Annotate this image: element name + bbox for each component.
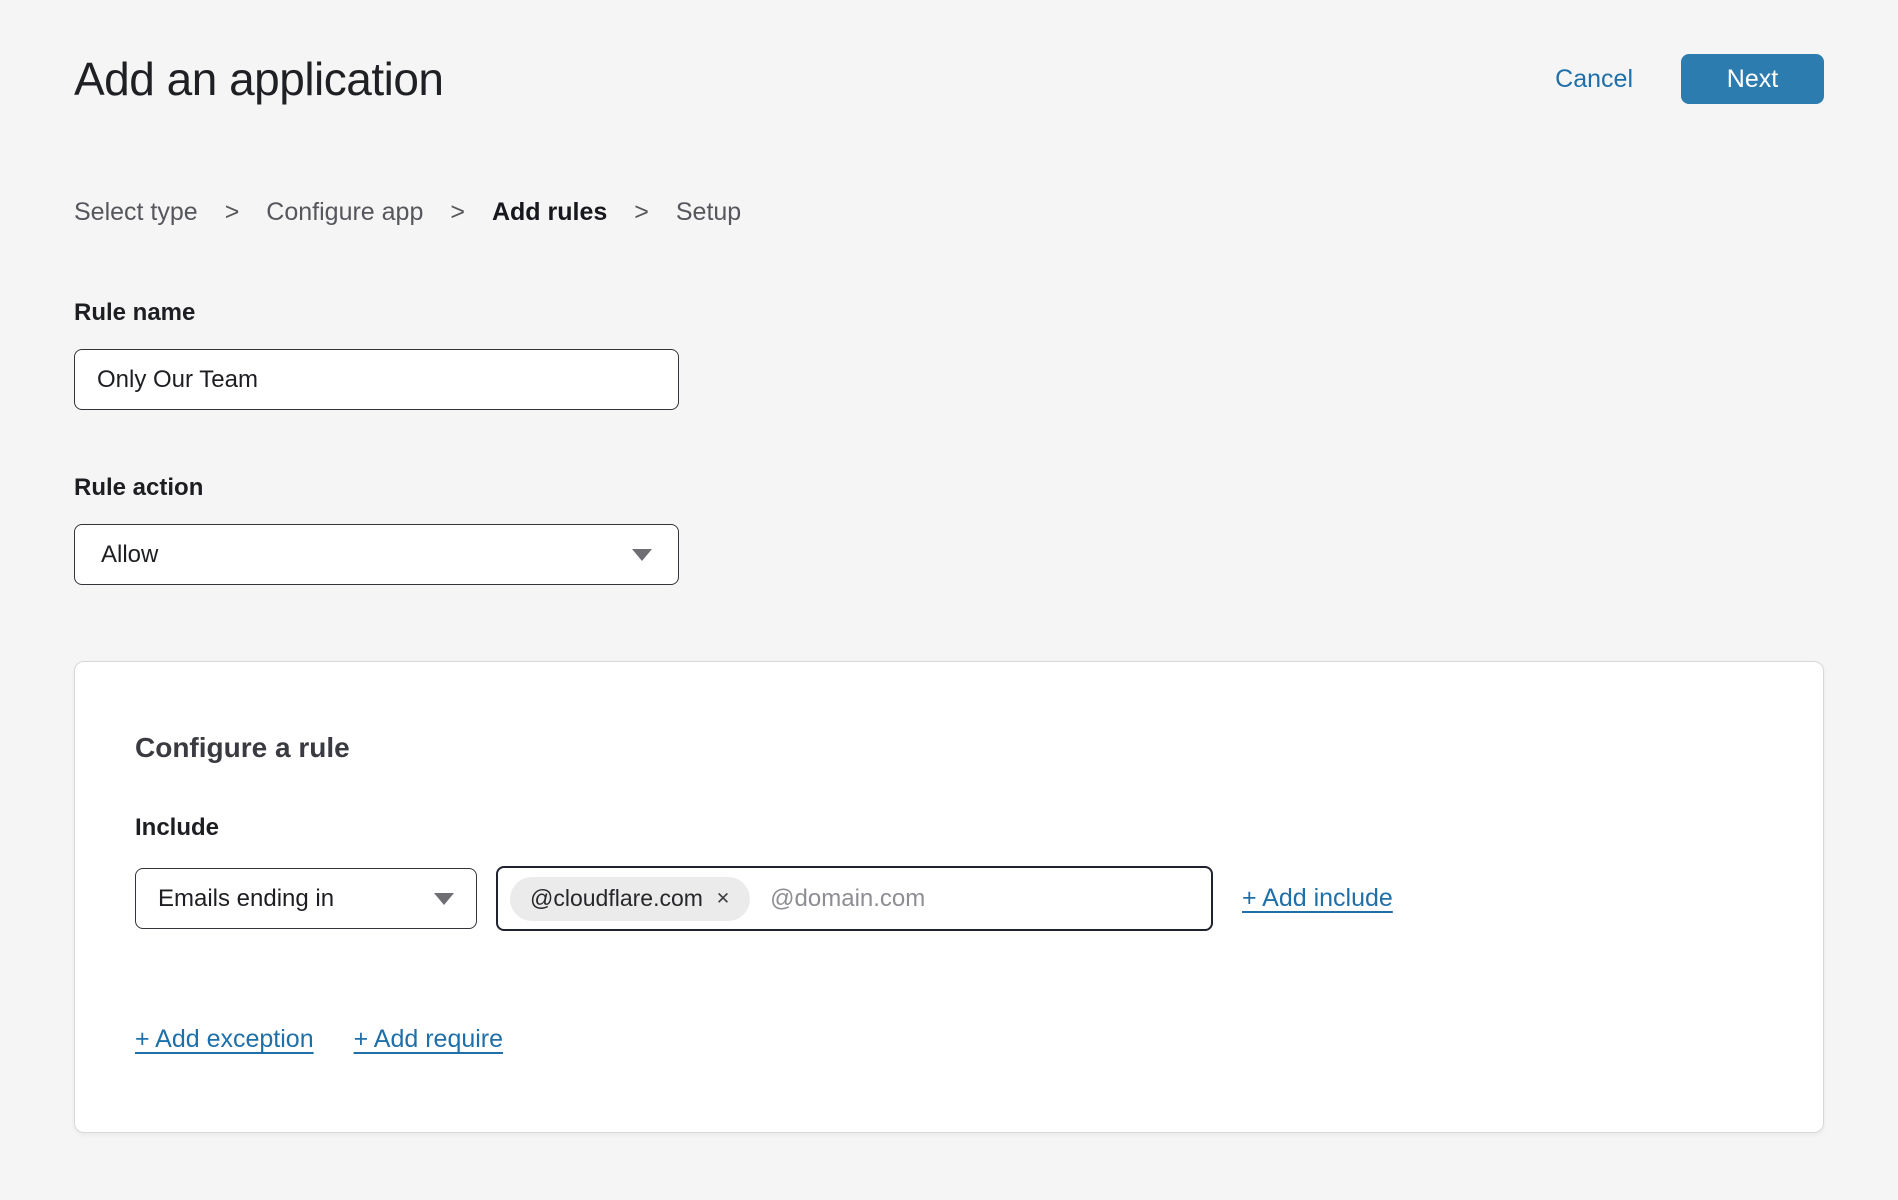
breadcrumb-step-add-rules[interactable]: Add rules xyxy=(492,198,607,227)
rule-name-input[interactable] xyxy=(74,349,679,410)
rule-name-label: Rule name xyxy=(74,299,1824,327)
include-criteria-select[interactable]: Emails ending in xyxy=(135,868,477,929)
email-domain-chip: @cloudflare.com ✕ xyxy=(510,877,750,921)
rule-action-field: Rule action Allow xyxy=(74,474,1824,585)
domain-entry-input[interactable] xyxy=(770,885,1197,913)
breadcrumb-separator: > xyxy=(450,198,465,227)
rule-name-field: Rule name xyxy=(74,299,1824,410)
add-application-page: Add an application Cancel Next Select ty… xyxy=(0,0,1898,1200)
card-title: Configure a rule xyxy=(135,732,1763,764)
include-row: Emails ending in @cloudflare.com ✕ + Add… xyxy=(135,866,1763,931)
breadcrumb-separator: > xyxy=(225,198,240,227)
breadcrumb: Select type > Configure app > Add rules … xyxy=(74,198,1824,227)
remove-chip-icon[interactable]: ✕ xyxy=(716,890,730,907)
add-require-link[interactable]: + Add require xyxy=(354,1025,503,1054)
chevron-down-icon xyxy=(434,893,454,905)
header: Add an application Cancel Next xyxy=(74,52,1824,106)
rule-action-select[interactable]: Allow xyxy=(74,524,679,585)
configure-rule-card: Configure a rule Include Emails ending i… xyxy=(74,661,1824,1133)
breadcrumb-step-configure-app[interactable]: Configure app xyxy=(266,198,423,227)
add-exception-link[interactable]: + Add exception xyxy=(135,1025,314,1054)
page-title: Add an application xyxy=(74,52,444,106)
next-button[interactable]: Next xyxy=(1681,54,1824,104)
email-domains-input[interactable]: @cloudflare.com ✕ xyxy=(496,866,1213,931)
breadcrumb-step-setup[interactable]: Setup xyxy=(676,198,741,227)
rule-action-value: Allow xyxy=(101,541,158,569)
rule-extra-links: + Add exception + Add require xyxy=(135,1025,1763,1054)
rule-action-label: Rule action xyxy=(74,474,1824,502)
include-label: Include xyxy=(135,814,1763,842)
header-actions: Cancel Next xyxy=(1555,54,1824,104)
breadcrumb-step-select-type[interactable]: Select type xyxy=(74,198,198,227)
chevron-down-icon xyxy=(632,549,652,561)
add-include-link[interactable]: + Add include xyxy=(1242,884,1393,913)
breadcrumb-separator: > xyxy=(634,198,649,227)
cancel-button[interactable]: Cancel xyxy=(1555,65,1633,94)
include-criteria-value: Emails ending in xyxy=(158,885,334,913)
chip-label: @cloudflare.com xyxy=(530,885,703,912)
